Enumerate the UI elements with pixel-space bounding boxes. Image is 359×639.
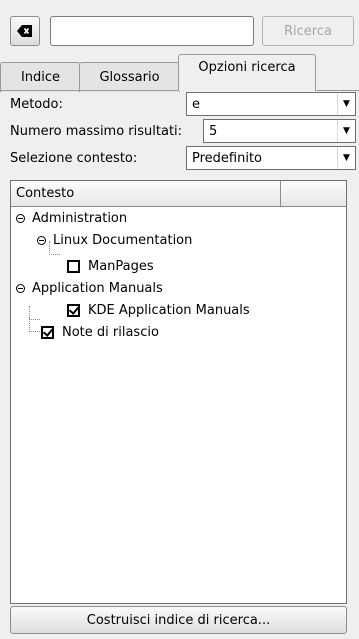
chevron-down-icon: ▼ (337, 93, 355, 115)
tree-item-label: ManPages (88, 258, 154, 274)
max-results-select[interactable]: 5 ▼ (203, 119, 356, 143)
tree-branch (29, 318, 40, 332)
tree-item-label: Administration (32, 210, 128, 226)
collapse-icon[interactable] (37, 235, 46, 245)
tree-item-label: Linux Documentation (53, 232, 193, 248)
clear-search-button[interactable] (10, 16, 40, 46)
max-results-value: 5 (209, 123, 218, 139)
tree-item[interactable]: Note di rilascio (41, 321, 159, 343)
tree-item[interactable]: Application Manuals (16, 277, 163, 299)
checkbox-icon[interactable] (67, 259, 80, 273)
context-selection-label: Selezione contesto: (10, 150, 138, 166)
chevron-down-icon: ▼ (337, 120, 355, 142)
tree-item-label: KDE Application Manuals (88, 302, 250, 318)
tab-divider (316, 90, 359, 91)
column-header-bar: Contesto (11, 181, 346, 207)
method-select[interactable]: e ▼ (186, 92, 356, 116)
tree-item[interactable]: Administration (16, 207, 127, 229)
tree-item-label: Note di rilascio (62, 324, 159, 340)
tab-glossary-label: Glossario (99, 70, 160, 85)
max-results-label: Numero massimo risultati: (10, 123, 183, 139)
context-selection-select[interactable]: Predefinito ▼ (186, 146, 356, 170)
checkbox-checked-icon[interactable] (41, 325, 54, 339)
build-search-index-button[interactable]: Costruisci indice di ricerca... (10, 606, 347, 634)
method-value: e (192, 96, 200, 112)
clear-input-icon (17, 25, 32, 37)
tree-item-label: Application Manuals (32, 280, 163, 296)
method-label: Metodo: (10, 96, 63, 112)
tab-search-options-label: Opzioni ricerca (198, 60, 296, 75)
tab-divider (0, 90, 178, 91)
tree-item[interactable]: KDE Application Manuals (67, 299, 250, 321)
tab-glossary[interactable]: Glossario (79, 62, 180, 92)
context-selection-value: Predefinito (192, 150, 263, 166)
search-button-label: Ricerca (284, 23, 332, 39)
checkbox-checked-icon[interactable] (67, 303, 80, 317)
chevron-down-icon: ▼ (337, 147, 355, 169)
tab-index[interactable]: Indice (0, 62, 81, 92)
column-header-context[interactable]: Contesto (11, 181, 281, 206)
tab-index-label: Indice (20, 70, 61, 85)
tree-item[interactable]: Linux Documentation (37, 229, 192, 251)
collapse-icon[interactable] (16, 283, 25, 293)
build-search-index-label: Costruisci indice di ricerca... (86, 612, 271, 628)
tab-search-options[interactable]: Opzioni ricerca (178, 54, 316, 91)
tab-bar: Indice Glossario Opzioni ricerca (0, 54, 359, 92)
tree-item[interactable]: ManPages (67, 255, 154, 277)
context-tree[interactable]: Contesto Administration Linux Documentat… (10, 180, 347, 604)
search-input[interactable] (50, 16, 254, 46)
search-button[interactable]: Ricerca (262, 16, 354, 46)
collapse-icon[interactable] (16, 213, 25, 223)
